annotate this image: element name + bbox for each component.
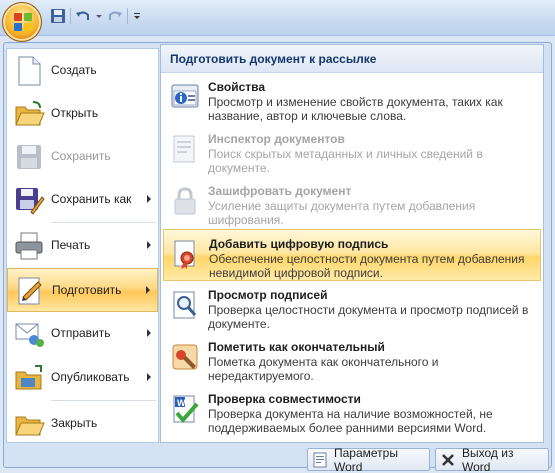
svg-text:W: W bbox=[177, 398, 186, 408]
submenu-item-view-signatures[interactable]: Просмотр подписей Проверка целостности д… bbox=[163, 281, 541, 333]
toolbar-separator bbox=[127, 8, 128, 24]
menu-item-save[interactable]: Сохранить bbox=[7, 135, 158, 179]
menu-item-label: Открыть bbox=[51, 106, 99, 120]
menu-item-publish[interactable]: Опубликовать bbox=[7, 356, 158, 400]
view-signatures-icon bbox=[169, 289, 201, 321]
title-bar bbox=[0, 0, 555, 36]
submenu-item-title: Инспектор документов bbox=[208, 132, 345, 146]
send-icon bbox=[13, 318, 45, 350]
save-icon[interactable] bbox=[50, 8, 66, 24]
publish-icon bbox=[13, 362, 45, 394]
close-icon bbox=[440, 452, 456, 468]
submenu-item-description: Усиление защиты документа путем добавлен… bbox=[208, 199, 476, 227]
mark-final-icon bbox=[169, 341, 201, 373]
menu-item-label: Создать bbox=[51, 63, 97, 77]
menu-item-label: Сохранить как bbox=[51, 192, 132, 206]
word-options-button[interactable]: Параметры Word bbox=[307, 445, 430, 473]
submenu-arrow-icon bbox=[147, 329, 151, 337]
prepare-submenu: Подготовить документ к рассылке Свойства… bbox=[160, 44, 544, 443]
submenu-arrow-icon bbox=[147, 373, 151, 381]
submenu-arrow-icon bbox=[146, 286, 150, 294]
printer-icon bbox=[13, 230, 45, 262]
submenu-item-encrypt-document[interactable]: Зашифровать документ Усиление защиты док… bbox=[163, 177, 541, 229]
save-disk-icon bbox=[13, 141, 45, 173]
submenu-item-title: Просмотр подписей bbox=[208, 288, 328, 302]
menu-item-new[interactable]: Создать bbox=[7, 49, 158, 93]
undo-icon[interactable] bbox=[75, 8, 91, 24]
menu-item-label: Закрыть bbox=[51, 416, 98, 430]
prepare-icon bbox=[14, 275, 46, 307]
submenu-item-title: Свойства bbox=[208, 80, 266, 94]
menu-item-label: Подготовить bbox=[52, 283, 122, 297]
redo-icon[interactable] bbox=[107, 8, 123, 24]
submenu-header: Подготовить документ к рассылке bbox=[161, 45, 543, 73]
menu-item-label: Опубликовать bbox=[51, 370, 130, 384]
submenu-item-title: Проверка совместимости bbox=[208, 392, 361, 406]
submenu-item-description: Проверка целостности документа и просмот… bbox=[208, 303, 529, 331]
menu-separator bbox=[51, 400, 156, 401]
submenu-item-description: Проверка документа на наличие возможност… bbox=[208, 407, 493, 435]
word-options-label: Параметры Word bbox=[334, 445, 398, 473]
submenu-item-description: Поиск скрытых метаданных и личных сведен… bbox=[208, 147, 483, 175]
quick-access-toolbar bbox=[50, 6, 142, 26]
menu-item-open[interactable]: Открыть bbox=[7, 92, 158, 136]
submenu-arrow-icon bbox=[147, 195, 151, 203]
menu-item-save-as[interactable]: Сохранить как bbox=[7, 178, 158, 222]
submenu-item-description: Пометка документа как окончательного и н… bbox=[208, 355, 439, 383]
close-folder-icon bbox=[13, 408, 45, 440]
menu-item-prepare[interactable]: Подготовить bbox=[7, 268, 158, 312]
properties-icon bbox=[169, 81, 201, 113]
submenu-item-add-digital-signature[interactable]: Добавить цифровую подпись Обеспечение це… bbox=[163, 229, 541, 281]
menu-item-label: Отправить bbox=[51, 326, 111, 340]
submenu-item-compatibility-check[interactable]: W Проверка совместимости Проверка докуме… bbox=[163, 385, 541, 437]
submenu-item-title: Добавить цифровую подпись bbox=[209, 237, 389, 251]
digital-signature-icon bbox=[170, 238, 202, 270]
undo-dropdown-icon[interactable] bbox=[95, 8, 103, 24]
toolbar-separator bbox=[70, 8, 71, 24]
menu-item-label: Печать bbox=[51, 238, 91, 252]
encrypt-lock-icon bbox=[169, 185, 201, 217]
submenu-item-title: Пометить как окончательный bbox=[208, 340, 385, 354]
submenu-item-title: Зашифровать документ bbox=[208, 184, 352, 198]
submenu-item-mark-as-final[interactable]: Пометить как окончательный Пометка докум… bbox=[163, 333, 541, 385]
menu-item-print[interactable]: Печать bbox=[7, 224, 158, 268]
menu-separator bbox=[51, 222, 156, 223]
menu-item-label: Сохранить bbox=[51, 149, 111, 163]
office-button[interactable] bbox=[2, 2, 42, 42]
open-folder-icon bbox=[13, 98, 45, 130]
submenu-item-inspect-document[interactable]: Инспектор документов Поиск скрытых метад… bbox=[163, 125, 541, 177]
save-as-icon bbox=[13, 184, 45, 216]
submenu-item-description: Просмотр и изменение свойств документа, … bbox=[208, 95, 503, 123]
submenu-item-description: Обеспечение целостности документа путем … bbox=[209, 252, 525, 280]
exit-word-button[interactable]: Выход из Word bbox=[435, 445, 549, 473]
office-logo-icon bbox=[14, 13, 32, 31]
new-document-icon bbox=[13, 55, 45, 87]
submenu-arrow-icon bbox=[147, 241, 151, 249]
menu-item-close[interactable]: Закрыть bbox=[7, 402, 158, 446]
submenu-item-properties[interactable]: Свойства Просмотр и изменение свойств до… bbox=[163, 73, 541, 125]
inspect-document-icon bbox=[169, 133, 201, 165]
customize-qat-icon[interactable] bbox=[132, 8, 142, 24]
exit-word-label: Выход из Word bbox=[462, 445, 514, 473]
menu-item-send[interactable]: Отправить bbox=[7, 312, 158, 356]
compatibility-check-icon: W bbox=[169, 393, 201, 425]
options-icon bbox=[312, 452, 328, 468]
office-menu-commands: Создать Открыть Сохранить Сохранить как … bbox=[6, 48, 159, 443]
